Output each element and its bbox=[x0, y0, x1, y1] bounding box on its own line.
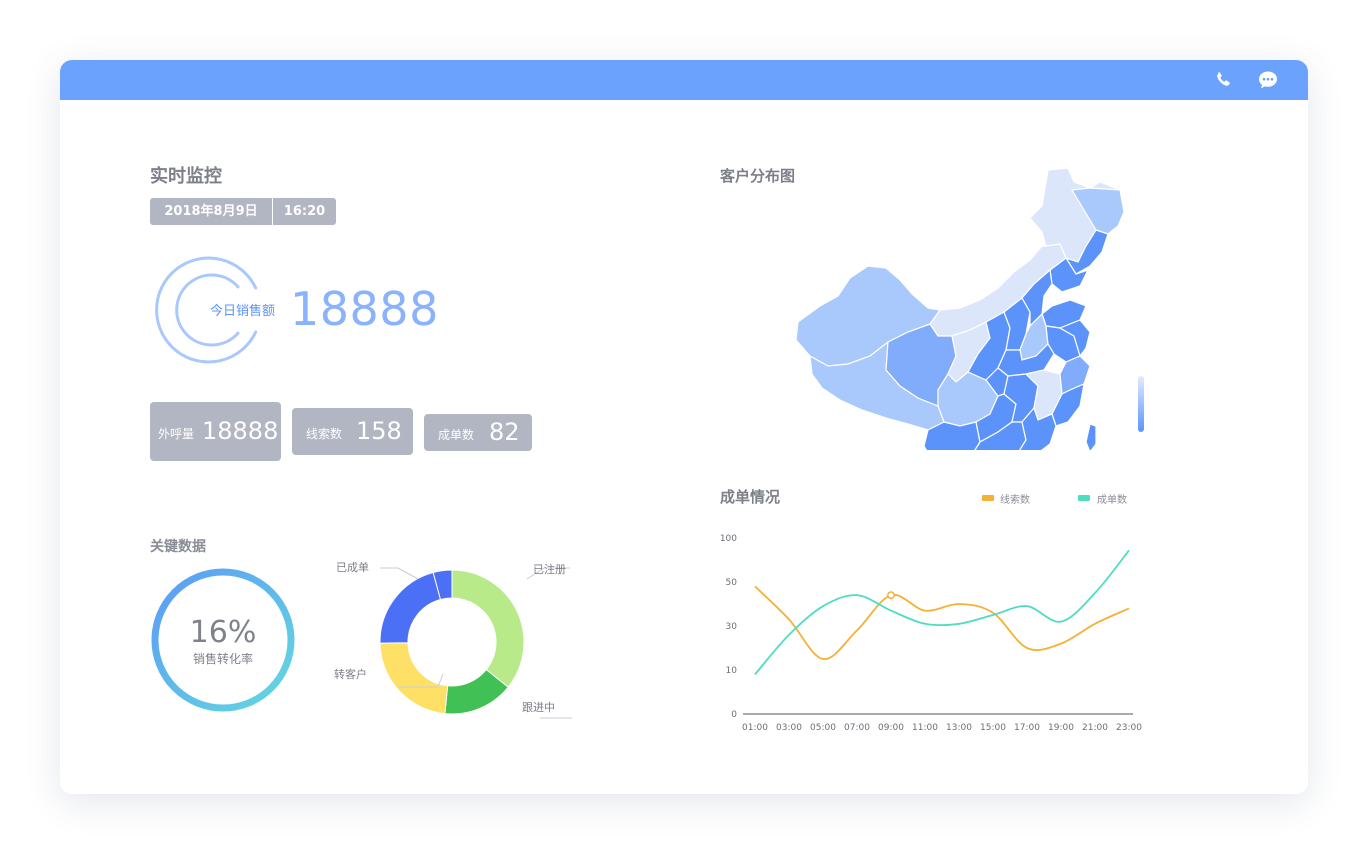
x-tick-label: 07:00 bbox=[844, 723, 870, 733]
sales-label: 今日销售额 bbox=[210, 304, 276, 319]
x-tick-label: 21:00 bbox=[1082, 723, 1108, 733]
date-text: 2018年8月9日 bbox=[164, 204, 258, 219]
sales-value: 18888 bbox=[290, 282, 439, 336]
map-title: 客户分布图 bbox=[720, 167, 796, 185]
time-text: 16:20 bbox=[283, 204, 326, 219]
x-tick-label: 09:00 bbox=[878, 723, 904, 733]
top-bar bbox=[60, 60, 1308, 100]
orders-title: 成单情况 bbox=[720, 488, 781, 506]
legend-swatch-leads bbox=[982, 495, 994, 501]
kpi-leads-label: 线索数 bbox=[306, 427, 343, 441]
x-tick-label: 17:00 bbox=[1014, 723, 1040, 733]
donut-label-ordered: 已成单 bbox=[336, 561, 369, 574]
kpi-orders[interactable]: 成单数 82 bbox=[424, 414, 532, 451]
conversion-center: 16% 销售转化率 bbox=[173, 615, 273, 667]
orders-line-chart: 0 10 30 50 100 01:00 03:00 05:00 07:00 09:00 11:00… bbox=[720, 534, 1142, 733]
map-color-scale-bar bbox=[1138, 376, 1144, 432]
x-tick-label: 05:00 bbox=[810, 723, 836, 733]
x-tick-label: 13:00 bbox=[946, 723, 972, 733]
kpi-leads-value: 158 bbox=[356, 417, 402, 445]
kpi-calls-label: 外呼量 bbox=[158, 427, 195, 441]
kpi-orders-label: 成单数 bbox=[438, 428, 475, 442]
donut-label-following: 跟进中 bbox=[522, 701, 555, 714]
legend-swatch-orders bbox=[1078, 495, 1090, 501]
x-tick-label: 01:00 bbox=[742, 723, 768, 733]
highlight-point[interactable] bbox=[887, 591, 895, 600]
china-map[interactable] bbox=[790, 160, 1150, 450]
donut-segment[interactable] bbox=[379, 571, 442, 644]
x-tick-label: 23:00 bbox=[1116, 723, 1142, 733]
leader-line-ordered bbox=[380, 567, 419, 580]
kpi-calls-value: 18888 bbox=[202, 417, 279, 445]
chat-bubble-icon[interactable] bbox=[1256, 68, 1280, 92]
map-region-taiwan[interactable] bbox=[1085, 423, 1097, 450]
x-tick-label: 03:00 bbox=[776, 723, 802, 733]
conversion-label: 销售转化率 bbox=[192, 652, 253, 666]
x-tick-label: 15:00 bbox=[980, 723, 1006, 733]
monitor-title: 实时监控 bbox=[150, 166, 222, 187]
key-data-title: 关键数据 bbox=[150, 539, 206, 555]
map-color-scale[interactable] bbox=[1138, 376, 1144, 432]
x-tick-label: 19:00 bbox=[1048, 723, 1074, 733]
series-line-orders[interactable] bbox=[754, 549, 1130, 675]
legend-label-orders[interactable]: 成单数 bbox=[1097, 491, 1127, 506]
donut-label-registered: 已注册 bbox=[533, 563, 566, 576]
conversion-value: 16% bbox=[189, 615, 257, 650]
phone-icon[interactable] bbox=[1212, 68, 1236, 92]
kpi-leads[interactable]: 线索数 158 bbox=[292, 408, 413, 455]
x-tick-label: 11:00 bbox=[912, 723, 938, 733]
kpi-calls[interactable]: 外呼量 18888 bbox=[150, 402, 281, 461]
kpi-orders-value: 82 bbox=[489, 418, 520, 446]
donut-segment[interactable] bbox=[451, 569, 525, 688]
date-time-box: 2018年8月9日 16:20 bbox=[150, 198, 336, 225]
donut-segment[interactable] bbox=[379, 642, 449, 715]
y-tick-label: 100 bbox=[720, 534, 737, 544]
legend-label-leads[interactable]: 线索数 bbox=[1000, 491, 1030, 506]
y-tick-label: 30 bbox=[726, 622, 738, 632]
donut-label-customer: 转客户 bbox=[334, 668, 367, 681]
y-tick-label: 0 bbox=[731, 710, 737, 720]
dashboard-card: 实时监控 2018年8月9日 16:20 今日销售额 18888 外呼量 188… bbox=[60, 60, 1308, 794]
series-line-leads[interactable] bbox=[754, 585, 1130, 660]
y-tick-label: 10 bbox=[726, 666, 738, 676]
y-tick-label: 50 bbox=[726, 578, 738, 588]
